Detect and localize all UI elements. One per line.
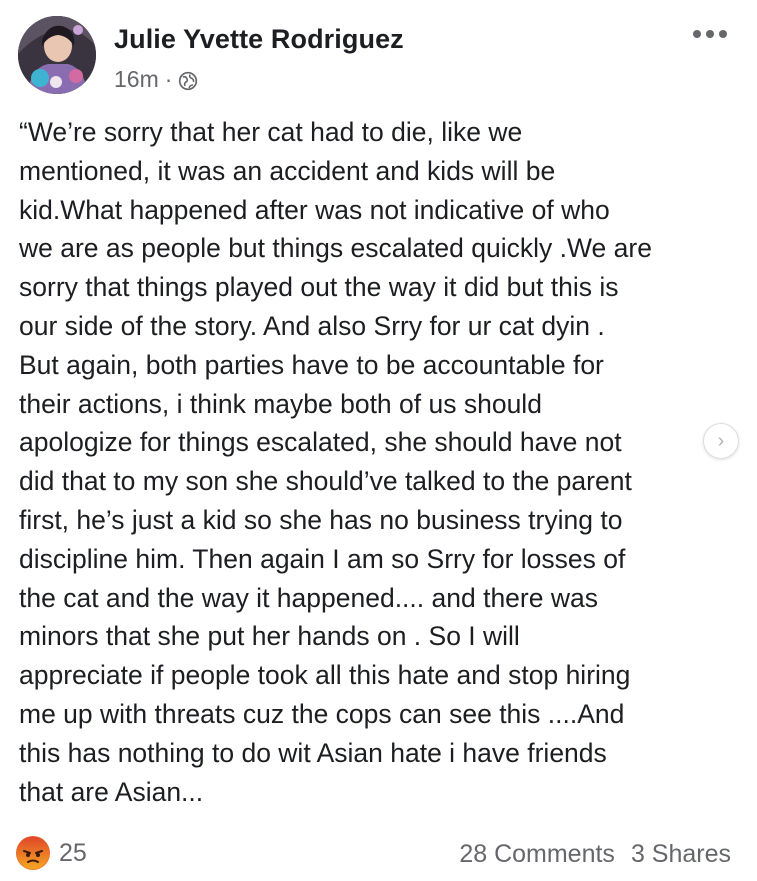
more-dot: [706, 30, 714, 38]
post-line: mentioned, it was an accident and kids w…: [19, 155, 556, 186]
post-line: this has nothing to do wit Asian hate i …: [19, 737, 607, 768]
post-line: But again, both parties have to be accou…: [19, 349, 604, 380]
post-line: that are Asian...: [19, 776, 204, 807]
comments-link[interactable]: 28 Comments: [459, 840, 615, 869]
meta-separator: ·: [164, 66, 173, 92]
post-timestamp[interactable]: 16m: [114, 66, 159, 93]
post-line: appreciate if people took all this hate …: [19, 660, 631, 691]
reaction-count: 25: [59, 838, 87, 867]
post-line: kid.What happened after was not indicati…: [19, 194, 610, 225]
shares-link[interactable]: 3 Shares: [631, 840, 731, 869]
post-line: first, he’s just a kid so she has no bus…: [19, 504, 623, 535]
author-name[interactable]: Julie Yvette Rodriguez: [114, 24, 404, 55]
more-dot: [719, 30, 727, 38]
angry-reaction-icon: [16, 836, 50, 870]
post-line: we are as people but things escalated qu…: [19, 233, 652, 264]
facebook-post: Julie Yvette Rodriguez 16m · “We’re sorr…: [0, 0, 757, 881]
more-dot: [693, 30, 701, 38]
author-avatar[interactable]: [18, 16, 96, 94]
post-stats: 28 Comments 3 Shares: [459, 840, 731, 869]
post-line: our side of the story. And also Srry for…: [19, 310, 605, 341]
post-line: apologize for things escalated, she shou…: [19, 427, 622, 458]
post-body: “We’re sorry that her cat had to die, li…: [19, 113, 737, 811]
post-line: minors that she put her hands on . So I …: [19, 621, 520, 652]
post-line: discipline him. Then again I am so Srry …: [19, 543, 626, 574]
globe-icon: [178, 70, 198, 90]
post-footer: 25 28 Comments 3 Shares: [0, 832, 757, 876]
reactions-summary[interactable]: 25: [16, 836, 87, 870]
post-line: “We’re sorry that her cat had to die, li…: [19, 117, 523, 147]
post-line: the cat and the way it happened.... and …: [19, 582, 598, 613]
post-meta: 16m ·: [114, 66, 198, 93]
more-options-icon[interactable]: [693, 30, 727, 38]
post-line: me up with threats cuz the cops can see …: [19, 698, 625, 729]
post-line: their actions, i think maybe both of us …: [19, 388, 542, 419]
post-line: sorry that things played out the way it …: [19, 272, 619, 303]
post-line: did that to my son she should’ve talked …: [19, 466, 632, 497]
chevron-right-icon[interactable]: ›: [703, 423, 739, 459]
